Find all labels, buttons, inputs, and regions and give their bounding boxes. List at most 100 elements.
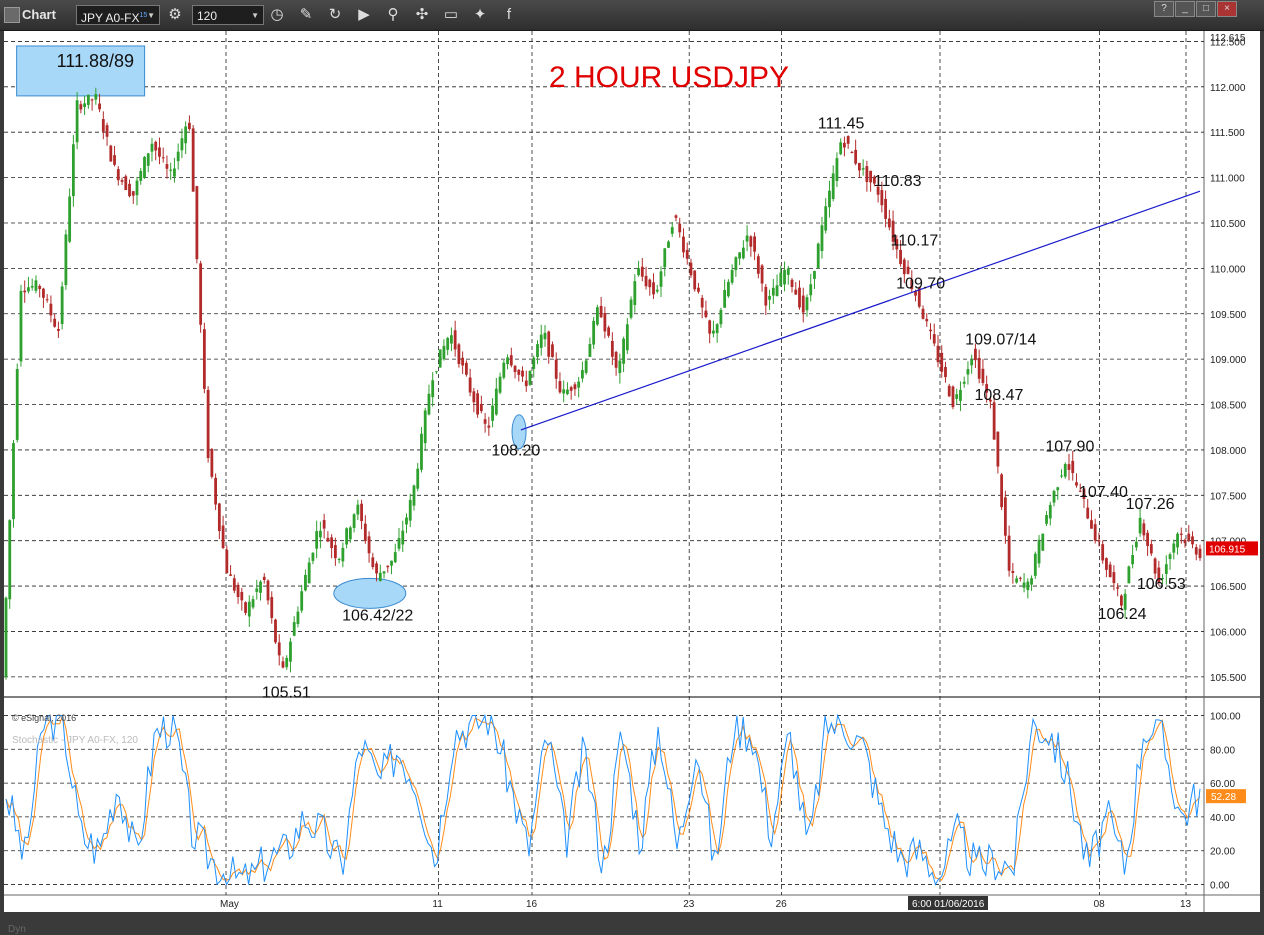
candle-body [970,359,974,366]
candle-body [1071,460,1075,474]
dyn-label[interactable]: Dyn [8,924,26,935]
candle-body [457,344,461,365]
candle-body [19,290,23,362]
candle-body [487,425,491,428]
candle-body [921,308,925,319]
chart-area[interactable]: 105.500106.000106.500107.000107.500108.0… [4,31,1260,935]
candle-body [64,234,68,286]
gear-icon[interactable]: ⚙ [165,5,185,25]
candle-body [229,574,232,576]
candle-body [191,128,195,192]
candle-body [131,191,135,196]
candle-body [307,562,311,584]
facebook-icon[interactable]: f [499,5,519,25]
clock-icon[interactable]: ◷ [267,5,287,25]
candle-body [180,138,184,151]
candle-body [281,661,285,668]
search-icon[interactable]: ⚲ [383,5,403,25]
maximize-button[interactable]: □ [1196,1,1216,17]
twitter-icon[interactable]: ✦ [470,5,490,25]
candle-body [947,385,951,397]
candle-body [655,289,659,292]
chevron-down-icon[interactable]: ▼ [251,6,259,26]
candle-body [1142,523,1146,536]
candle-body [232,578,236,591]
candle-body [962,381,966,384]
tools-icon[interactable]: ✣ [412,5,432,25]
candle-body [809,284,813,296]
candle-body [595,307,599,325]
candle-body [614,351,618,368]
candle-body [839,142,843,155]
candle-body [629,299,633,318]
candle-body [1112,572,1116,584]
price-annotation: 110.83 [874,173,922,190]
candle-body [247,601,251,617]
candle-body [1067,464,1071,470]
candle-body [1134,541,1138,548]
play-icon[interactable]: ▶ [354,5,374,25]
interval-selector[interactable]: 120 ▼ [192,5,264,25]
candle-body [382,571,386,574]
candle-body [259,581,262,593]
x-tick-label: May [220,899,239,910]
candle-body [887,218,891,228]
candle-body [581,370,584,379]
candle-body [637,268,640,276]
candle-body [771,287,775,296]
candle-body [820,225,824,252]
candle-body [1097,540,1101,542]
candle-body [543,332,547,340]
close-button[interactable]: × [1217,1,1237,17]
refresh-icon[interactable]: ↻ [325,5,345,25]
candle-body [906,266,910,274]
candle-body [532,357,536,369]
candle-body [244,602,247,613]
candle-body [584,360,588,373]
candle-body [719,309,723,325]
candle-body [101,119,105,132]
minimize-button[interactable]: _ [1175,1,1195,17]
candle-body [854,149,858,164]
candle-body [27,287,30,292]
symbol-selector[interactable]: JPY A0-FX15 ▼ [76,5,160,25]
candle-body [667,241,670,248]
candle-body [71,144,75,197]
trendline [520,190,1201,431]
candle-body [420,433,423,470]
candle-body [1164,564,1168,574]
candle-body [274,619,277,643]
candle-body [397,538,401,549]
x-tick-label: 6:00 01/06/2016 [912,899,985,910]
candle-body [304,574,307,591]
highlight-ellipse [333,577,407,609]
price-tick-label: 108.000 [1210,446,1247,457]
candle-body [326,537,330,542]
candle-body [588,344,592,357]
candle-body [79,104,83,110]
candle-body [536,344,539,358]
app-title: Chart [22,7,56,22]
help-button[interactable]: ? [1154,1,1174,17]
candle-body [423,410,427,444]
candle-body [551,344,554,358]
candle-body [1179,533,1183,535]
candle-body [1176,533,1179,548]
candle-body [663,248,667,268]
candle-body [289,641,292,662]
pencil-icon[interactable]: ✎ [296,5,316,25]
candle-body [461,357,465,366]
candle-body [932,334,936,344]
candle-body [356,504,360,515]
candle-body [195,186,199,260]
candle-body [124,176,128,191]
candle-body [1048,504,1052,519]
comment-icon[interactable]: ▭ [441,5,461,25]
price-tick-label: 110.000 [1210,264,1246,275]
chevron-down-icon[interactable]: ▼ [147,6,155,26]
candle-body [1105,558,1108,570]
price-tick-label: 109.500 [1210,310,1247,321]
candle-body [98,103,101,110]
candle-body [573,384,577,390]
candle-body [266,580,270,601]
